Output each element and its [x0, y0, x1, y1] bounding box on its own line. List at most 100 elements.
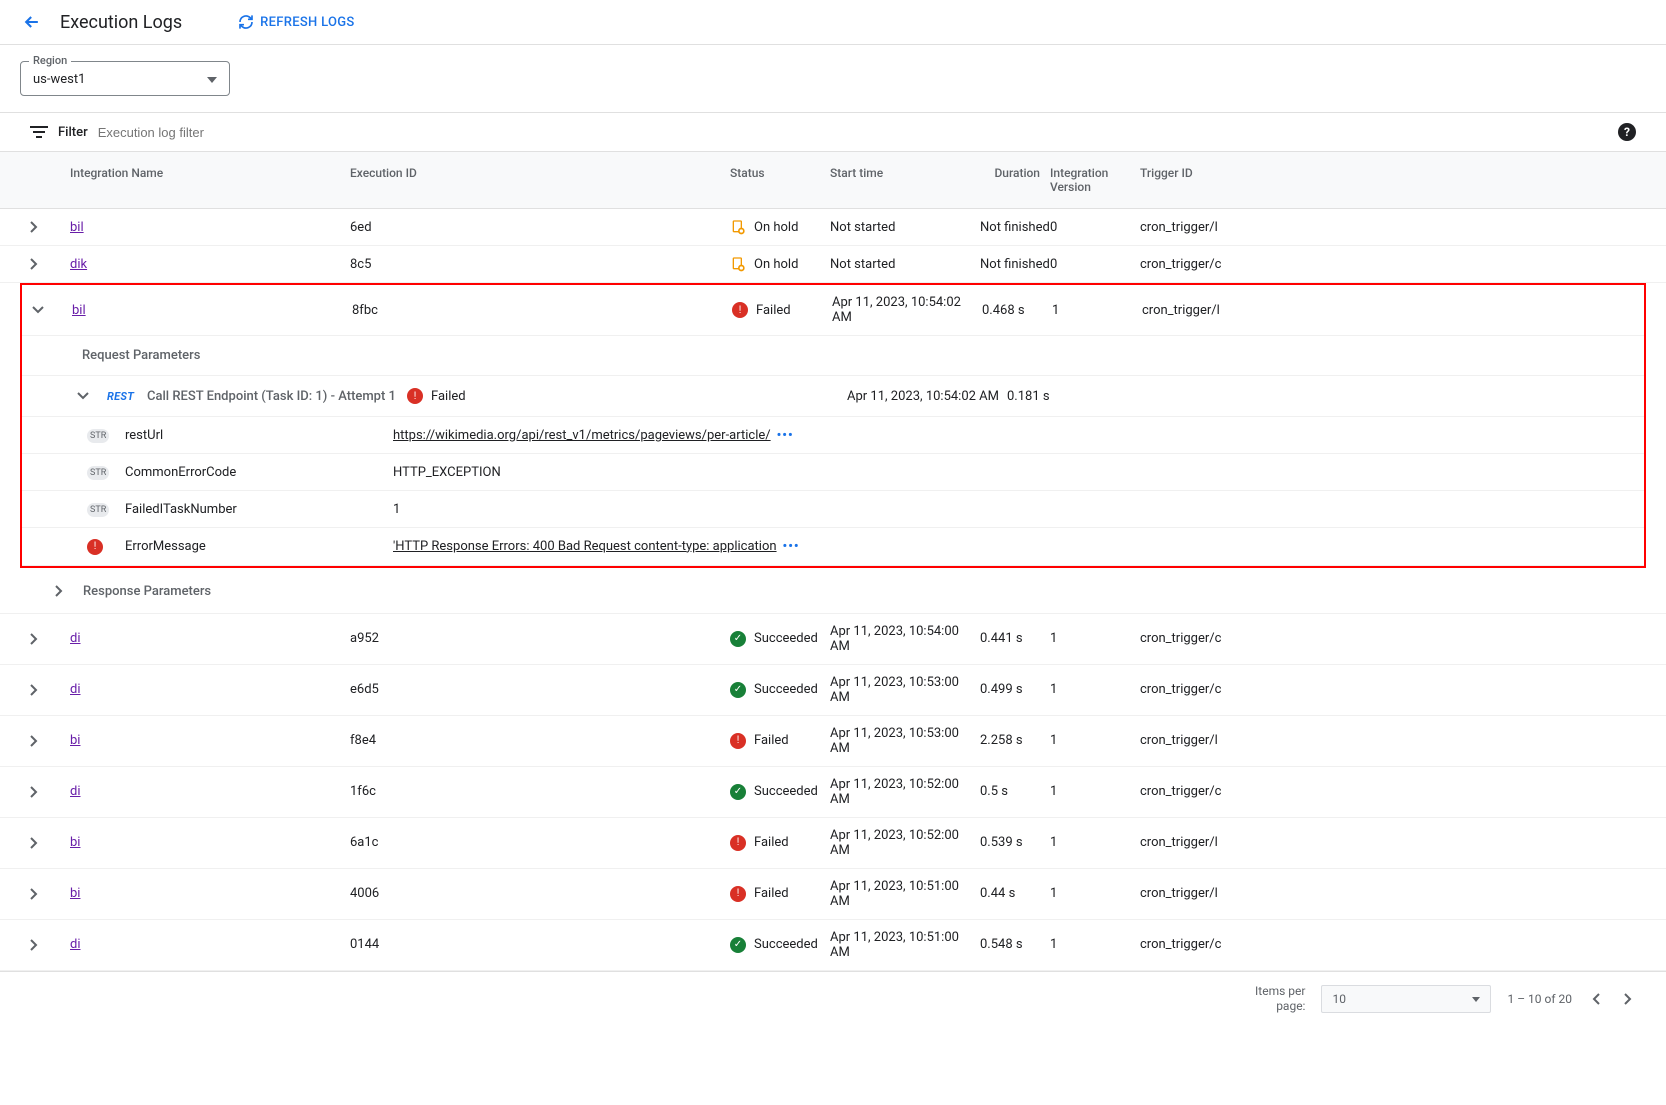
expand-icon[interactable] [30, 258, 70, 270]
expand-icon[interactable] [30, 735, 70, 747]
status-cell: !Failed [730, 733, 830, 749]
integration-name-link[interactable]: di [70, 631, 81, 646]
trigger-id: cron_trigger/c [1140, 784, 1330, 799]
request-parameters-label: Request Parameters [22, 336, 1644, 376]
error-icon: ! [87, 539, 103, 555]
param-row: STR FailedITaskNumber 1 [22, 491, 1644, 528]
col-integration-name: Integration Name [70, 166, 350, 194]
version: 1 [1050, 937, 1140, 952]
type-badge: STR [87, 503, 109, 517]
table-row: bil 8fbc !Failed Apr 11, 2023, 10:54:02 … [22, 285, 1644, 336]
integration-name-link[interactable]: bi [70, 835, 80, 850]
version: 1 [1050, 631, 1140, 646]
trigger-id: cron_trigger/l [1140, 733, 1330, 748]
status-cell: ✓Succeeded [730, 631, 830, 647]
trigger-id: cron_trigger/l [1140, 835, 1330, 850]
table-row: di e6d5 ✓Succeeded Apr 11, 2023, 10:53:0… [0, 665, 1666, 716]
col-start-time: Start time [830, 166, 980, 194]
prev-page-button[interactable] [1588, 989, 1604, 1009]
integration-name-link[interactable]: di [70, 937, 81, 952]
version: 1 [1050, 784, 1140, 799]
filter-input[interactable] [98, 125, 1608, 140]
failed-icon: ! [732, 302, 748, 318]
collapse-icon[interactable] [77, 392, 107, 400]
version: 1 [1050, 835, 1140, 850]
success-icon: ✓ [730, 631, 746, 647]
start-time: Apr 11, 2023, 10:54:02 AM [832, 295, 982, 325]
param-row: ! ErrorMessage 'HTTP Response Errors: 40… [22, 528, 1644, 566]
integration-name-link[interactable]: bil [72, 303, 86, 318]
execution-id: 0144 [350, 937, 730, 952]
type-badge: STR [87, 466, 109, 480]
expand-icon[interactable] [30, 221, 70, 233]
integration-name-link[interactable]: di [70, 784, 81, 799]
expand-icon[interactable] [30, 786, 70, 798]
expand-icon[interactable] [55, 585, 63, 597]
trigger-id: cron_trigger/l [1140, 886, 1330, 901]
status-cell: ✓Succeeded [730, 784, 830, 800]
success-icon: ✓ [730, 682, 746, 698]
integration-name-link[interactable]: bi [70, 733, 80, 748]
failed-icon: ! [730, 886, 746, 902]
failed-icon: ! [407, 388, 423, 404]
expand-icon[interactable] [30, 837, 70, 849]
chevron-down-icon [207, 77, 217, 83]
failed-icon: ! [730, 835, 746, 851]
more-icon[interactable]: ••• [777, 428, 794, 443]
param-name: FailedITaskNumber [125, 502, 385, 517]
col-status: Status [730, 166, 830, 194]
param-value-link[interactable]: 'HTTP Response Errors: 400 Bad Request c… [393, 539, 777, 554]
execution-id: 6ed [350, 220, 730, 235]
duration: 0.548 s [980, 937, 1050, 952]
type-badge: STR [87, 429, 109, 443]
col-trigger-id: Trigger ID [1140, 166, 1330, 194]
expand-icon[interactable] [30, 888, 70, 900]
execution-id: 1f6c [350, 784, 730, 799]
duration: 0.468 s [982, 303, 1052, 318]
region-label: Region [29, 54, 71, 67]
collapse-icon[interactable] [32, 306, 72, 314]
table-row: bi 6a1c !Failed Apr 11, 2023, 10:52:00 A… [0, 818, 1666, 869]
help-icon[interactable]: ? [1618, 123, 1636, 141]
execution-id: 4006 [350, 886, 730, 901]
duration: 0.539 s [980, 835, 1050, 850]
start-time: Not started [830, 220, 980, 235]
page-range: 1 – 10 of 20 [1507, 992, 1572, 1006]
items-per-page-label: Items per page: [1255, 984, 1305, 1015]
region-select[interactable]: Region us-west1 [20, 61, 230, 96]
start-time: Apr 11, 2023, 10:51:00 AM [830, 879, 980, 909]
refresh-logs-button[interactable]: REFRESH LOGS [238, 14, 354, 30]
integration-name-link[interactable]: dik [70, 257, 87, 272]
execution-id: 6a1c [350, 835, 730, 850]
version: 0 [1050, 257, 1140, 272]
version: 1 [1050, 886, 1140, 901]
hold-icon [730, 256, 746, 272]
next-page-button[interactable] [1620, 989, 1636, 1009]
filter-icon [30, 123, 48, 141]
integration-name-link[interactable]: bil [70, 220, 84, 235]
items-per-page-select[interactable]: 10 [1321, 985, 1491, 1013]
start-time: Apr 11, 2023, 10:52:00 AM [830, 828, 980, 858]
expand-icon[interactable] [30, 939, 70, 951]
integration-name-link[interactable]: bi [70, 886, 80, 901]
trigger-id: cron_trigger/l [1140, 220, 1330, 235]
col-version: Integration Version [1050, 166, 1140, 194]
start-time: Apr 11, 2023, 10:53:00 AM [830, 675, 980, 705]
param-value: HTTP_EXCEPTION [393, 465, 501, 480]
col-execution-id: Execution ID [350, 166, 730, 194]
param-value-link[interactable]: https://wikimedia.org/api/rest_v1/metric… [393, 428, 771, 443]
refresh-icon [238, 14, 254, 30]
failed-icon: ! [730, 733, 746, 749]
expand-icon[interactable] [30, 684, 70, 696]
rest-badge: REST [107, 390, 147, 403]
more-icon[interactable]: ••• [783, 539, 800, 554]
start-time: Apr 11, 2023, 10:54:00 AM [830, 624, 980, 654]
version: 1 [1050, 733, 1140, 748]
expand-icon[interactable] [30, 633, 70, 645]
trigger-id: cron_trigger/c [1140, 631, 1330, 646]
integration-name-link[interactable]: di [70, 682, 81, 697]
status-cell: ✓Succeeded [730, 682, 830, 698]
back-arrow-icon[interactable] [20, 10, 44, 34]
duration: 0.499 s [980, 682, 1050, 697]
trigger-id: cron_trigger/l [1142, 303, 1332, 318]
